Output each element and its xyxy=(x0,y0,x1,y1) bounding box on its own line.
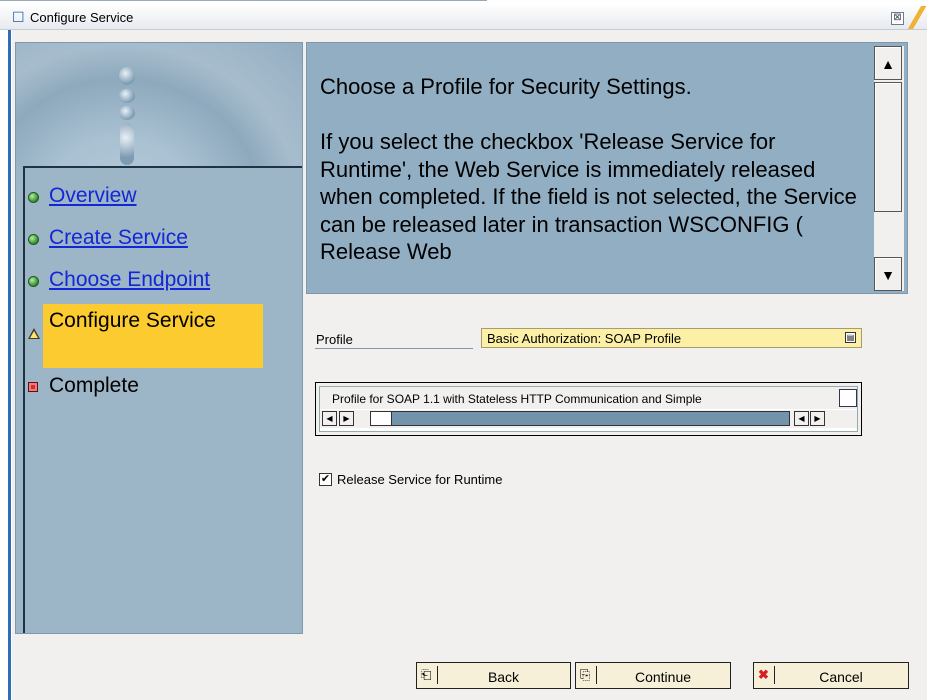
step-link-choose-endpoint[interactable]: Choose Endpoint xyxy=(49,268,210,292)
completed-bullet-icon xyxy=(28,234,39,245)
vertical-scrollbar[interactable]: ▲ ▼ xyxy=(874,46,904,291)
step-link-overview[interactable]: Overview xyxy=(49,184,137,208)
help-text-panel: Choose a Profile for Security Settings. … xyxy=(306,42,908,294)
steps-list: Overview Create Service Choose Endpoint … xyxy=(25,178,302,410)
row-select-checkbox[interactable] xyxy=(839,389,857,407)
help-body: If you select the checkbox 'Release Serv… xyxy=(320,129,857,264)
profile-dropdown[interactable]: Basic Authorization: SOAP Profile ▤ xyxy=(481,328,862,348)
profile-description-list: Profile for SOAP 1.1 with Stateless HTTP… xyxy=(315,382,862,436)
scroll-right-arrow-icon[interactable]: ▶ xyxy=(810,411,825,426)
title-accent-decoration xyxy=(905,6,927,29)
back-button-label: Back xyxy=(487,669,520,685)
cancel-x-icon: ✖ xyxy=(758,666,775,684)
drop-shape xyxy=(119,89,135,103)
step-choose-endpoint[interactable]: Choose Endpoint xyxy=(25,262,302,304)
scroll-thumb[interactable] xyxy=(874,82,902,212)
completed-bullet-icon xyxy=(28,276,39,287)
back-button[interactable]: ⎗ Back xyxy=(416,662,571,689)
scroll-track[interactable] xyxy=(370,411,790,426)
step-link-create-service[interactable]: Create Service xyxy=(49,226,188,250)
list-item[interactable]: Profile for SOAP 1.1 with Stateless HTTP… xyxy=(320,387,857,409)
horizontal-scrollbar[interactable]: ◀ ▶ ◀ ▶ xyxy=(320,410,857,428)
completed-bullet-icon xyxy=(28,192,39,203)
profile-label-underline xyxy=(315,348,473,349)
window-left-edge xyxy=(0,6,12,700)
scroll-left-arrow-icon[interactable]: ◀ xyxy=(794,411,809,426)
help-text: Choose a Profile for Security Settings. … xyxy=(320,73,860,293)
step-label-configure-service: Configure Service xyxy=(49,309,216,332)
scroll-down-arrow-icon[interactable]: ▼ xyxy=(874,257,902,291)
top-border-line xyxy=(0,0,487,1)
scroll-right-arrow-icon[interactable]: ▶ xyxy=(339,411,354,426)
window-title: Configure Service xyxy=(30,10,134,25)
steps-list-frame: Overview Create Service Choose Endpoint … xyxy=(23,166,302,633)
profile-list-inner: Profile for SOAP 1.1 with Stateless HTTP… xyxy=(319,386,858,432)
continue-icon: ⎘ xyxy=(580,666,597,684)
edit-icon: ☐ xyxy=(12,9,25,25)
step-label-complete: Complete xyxy=(49,374,139,397)
window-edge-stripe xyxy=(8,6,11,700)
scroll-thumb[interactable] xyxy=(371,412,392,425)
drop-shape xyxy=(119,67,135,85)
drop-shape xyxy=(119,106,135,120)
step-complete: Complete xyxy=(25,368,302,410)
help-heading: Choose a Profile for Security Settings. xyxy=(320,74,692,99)
step-create-service[interactable]: Create Service xyxy=(25,220,302,262)
profile-label: Profile xyxy=(316,332,353,347)
title-bar: ☐ Configure Service ⊠ xyxy=(0,6,927,30)
dropdown-list-icon[interactable]: ▤ xyxy=(845,332,856,343)
cancel-button[interactable]: ✖ Cancel xyxy=(753,662,909,689)
release-service-label: Release Service for Runtime xyxy=(337,472,503,487)
close-icon[interactable]: ⊠ xyxy=(891,12,904,25)
scroll-left-arrow-icon[interactable]: ◀ xyxy=(322,411,337,426)
step-overview[interactable]: Overview xyxy=(25,178,302,220)
continue-button-label: Continue xyxy=(634,669,692,685)
step-configure-service: Configure Service xyxy=(25,304,302,368)
warning-triangle-icon xyxy=(28,328,40,339)
scroll-up-arrow-icon[interactable]: ▲ xyxy=(874,46,902,80)
release-service-checkbox[interactable]: ✔ xyxy=(319,473,332,486)
wizard-steps-panel: Overview Create Service Choose Endpoint … xyxy=(15,42,303,634)
cancel-button-label: Cancel xyxy=(819,669,863,685)
pending-square-icon xyxy=(28,382,38,392)
continue-button[interactable]: ⎘ Continue xyxy=(575,662,731,689)
drop-shape xyxy=(120,123,134,165)
profile-dropdown-value: Basic Authorization: SOAP Profile xyxy=(487,331,682,346)
profile-description-text: Profile for SOAP 1.1 with Stateless HTTP… xyxy=(332,392,702,406)
back-icon: ⎗ xyxy=(421,666,438,684)
